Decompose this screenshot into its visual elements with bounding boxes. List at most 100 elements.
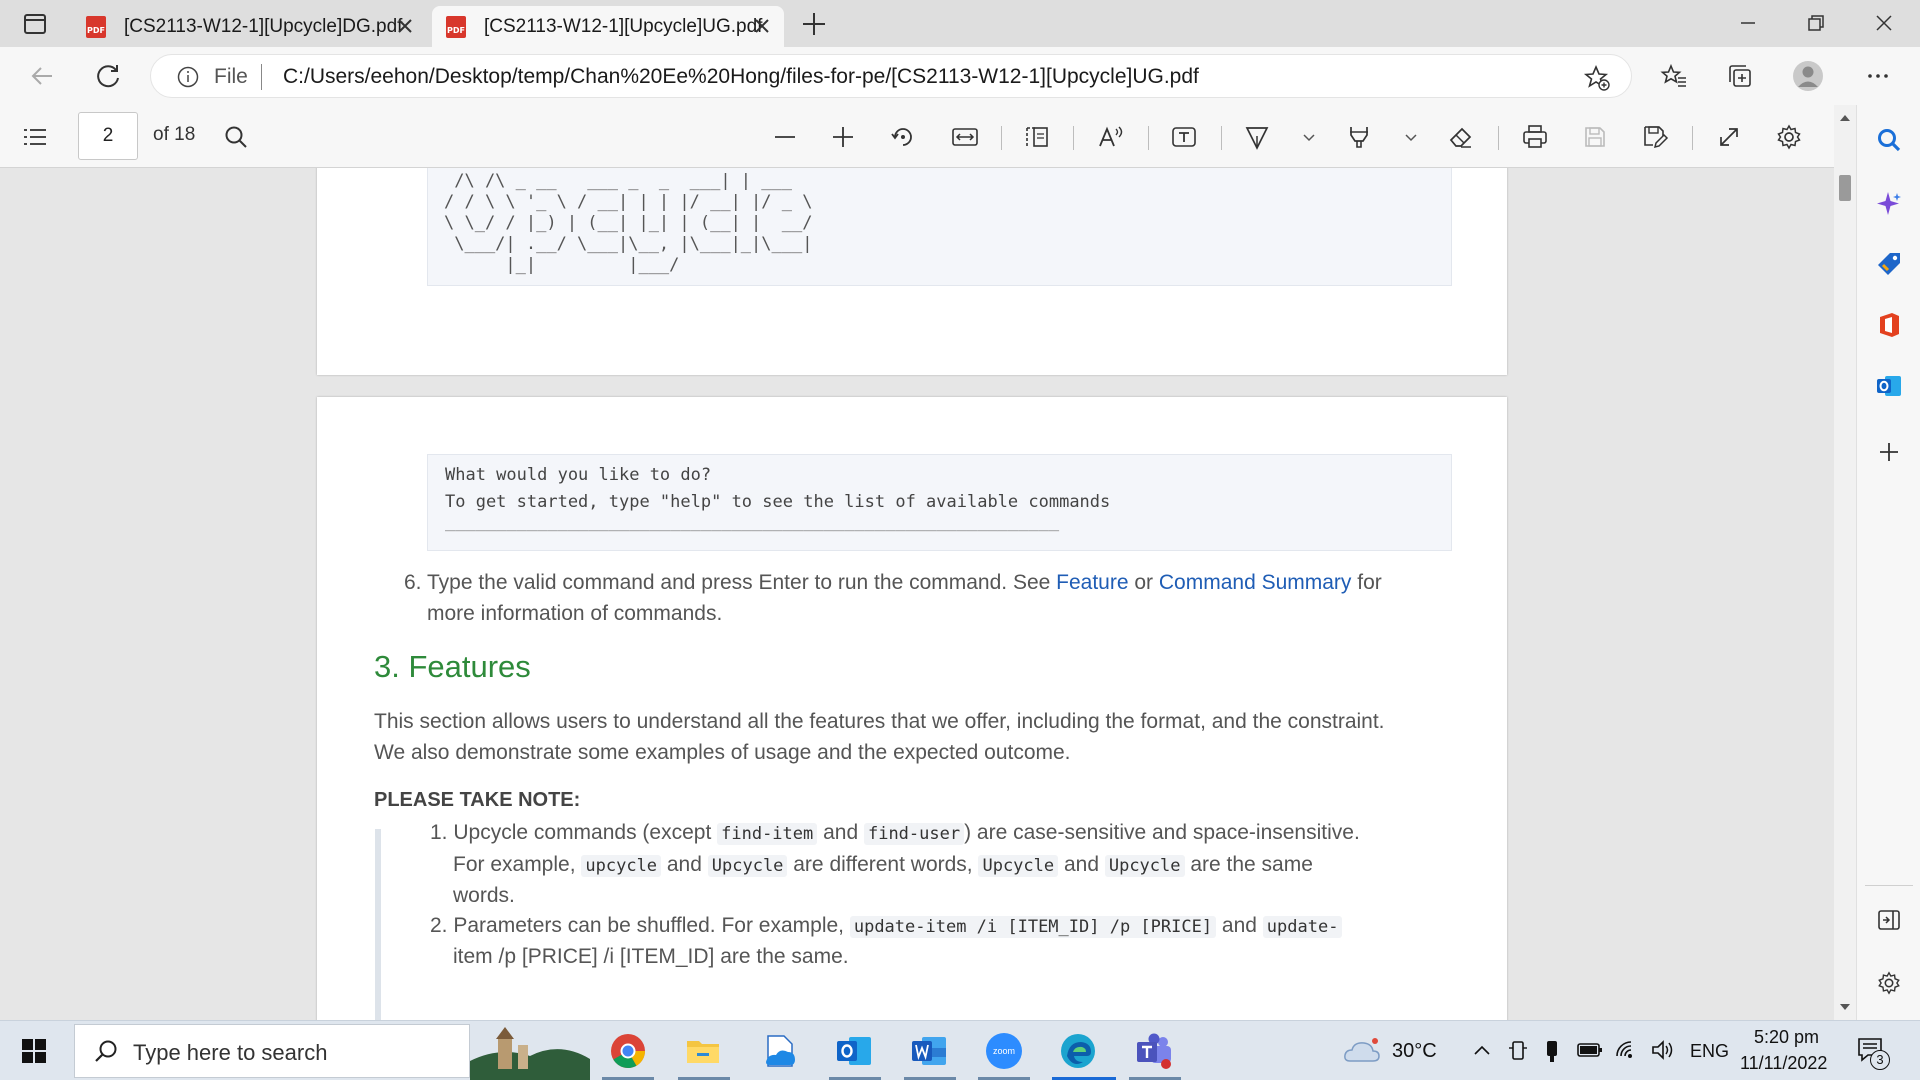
- add-text-icon[interactable]: [1167, 120, 1201, 154]
- onedrive-docs-icon[interactable]: [760, 1031, 800, 1071]
- settings-icon[interactable]: [1772, 120, 1806, 154]
- feature-link[interactable]: Feature: [1056, 571, 1128, 594]
- note-text: and: [817, 821, 864, 844]
- windows-start-icon[interactable]: [22, 1039, 46, 1063]
- minimize-button[interactable]: [1730, 8, 1766, 38]
- contents-icon[interactable]: [18, 120, 52, 154]
- refresh-button[interactable]: [92, 60, 124, 92]
- search-icon[interactable]: [219, 120, 253, 154]
- chevron-up-icon[interactable]: [1472, 1041, 1492, 1066]
- inline-code: Upcycle: [707, 855, 788, 877]
- new-tab-button[interactable]: [800, 10, 828, 38]
- search-icon[interactable]: [1873, 124, 1905, 156]
- zoom-icon[interactable]: zoom: [984, 1031, 1024, 1071]
- teams-icon[interactable]: [1134, 1031, 1174, 1071]
- address-bar[interactable]: File C:/Users/eehon/Desktop/temp/Chan%20…: [150, 54, 1632, 98]
- add-favorite-icon[interactable]: [1583, 64, 1611, 97]
- add-icon[interactable]: [1873, 436, 1905, 468]
- collections-icon[interactable]: [1724, 60, 1756, 92]
- scroll-up-arrow[interactable]: [1839, 113, 1851, 123]
- note-text: Parameters can be shuffled. For example,: [453, 914, 850, 937]
- usb-drive-icon[interactable]: [1544, 1038, 1560, 1069]
- step-6-line-1: 6. Type the valid command and press Ente…: [404, 567, 1464, 598]
- note-2-line-1: 2. Parameters can be shuffled. For examp…: [430, 910, 1343, 943]
- device-icon[interactable]: [1507, 1039, 1529, 1068]
- note-1-line-1: 1. Upcycle commands (except find-item an…: [430, 817, 1360, 850]
- save-as-icon[interactable]: [1638, 120, 1672, 154]
- note-1-line-2: For example, upcycle and Upcycle are dif…: [453, 849, 1313, 882]
- taskbar-search[interactable]: Type here to search: [74, 1024, 470, 1078]
- url-divider: [261, 64, 262, 90]
- note-text: and: [1058, 853, 1105, 876]
- search-highlight-image: [470, 1021, 590, 1080]
- print-icon[interactable]: [1518, 120, 1552, 154]
- ascii-art-logo: /\ /\ _ __ ___ _ _ ___| | ___ / / \ \ '_…: [444, 171, 813, 275]
- chrome-icon[interactable]: [608, 1031, 648, 1071]
- edge-browser-icon[interactable]: [1058, 1031, 1098, 1071]
- tab-actions-icon[interactable]: [22, 12, 48, 36]
- zoom-out-icon[interactable]: [768, 120, 802, 154]
- read-aloud-icon[interactable]: [1094, 120, 1128, 154]
- chevron-down-icon[interactable]: [1292, 120, 1326, 154]
- url-text[interactable]: C:/Users/eehon/Desktop/temp/Chan%20Ee%20…: [283, 65, 1199, 89]
- toolbar-divider: [1001, 126, 1002, 150]
- tab-ug-pdf[interactable]: PDF [CS2113-W12-1][Upcycle]UG.pdf: [432, 6, 784, 47]
- back-button[interactable]: [26, 60, 58, 92]
- tab-dg-pdf[interactable]: PDF [CS2113-W12-1][Upcycle]DG.pdf: [72, 6, 427, 47]
- note-text: Upcycle commands (except: [453, 821, 718, 844]
- close-icon[interactable]: [752, 16, 772, 36]
- restore-button[interactable]: [1798, 8, 1834, 38]
- tag-icon[interactable]: [1873, 248, 1905, 280]
- wifi-icon[interactable]: [1614, 1038, 1640, 1067]
- hide-sidebar-icon[interactable]: [1873, 904, 1905, 936]
- word-icon[interactable]: [909, 1031, 949, 1071]
- eraser-icon[interactable]: [1444, 120, 1478, 154]
- info-icon[interactable]: [177, 66, 199, 93]
- inline-code: find-user: [863, 823, 965, 845]
- tab-strip: PDF [CS2113-W12-1][Upcycle]DG.pdf PDF [C…: [0, 0, 1920, 47]
- notification-center-icon[interactable]: 3: [1856, 1035, 1890, 1070]
- file-explorer-icon[interactable]: [683, 1031, 723, 1071]
- office-icon[interactable]: [1873, 309, 1905, 341]
- note-1-line-3: words.: [453, 884, 515, 907]
- outlook-app-icon[interactable]: [834, 1031, 874, 1071]
- battery-icon[interactable]: [1576, 1041, 1604, 1064]
- clock-time[interactable]: 5:20 pm: [1754, 1027, 1819, 1048]
- profile-avatar[interactable]: [1792, 60, 1824, 92]
- close-icon[interactable]: [395, 16, 415, 36]
- clock-date[interactable]: 11/11/2022: [1740, 1053, 1827, 1074]
- command-summary-link[interactable]: Command Summary: [1159, 571, 1352, 594]
- outlook-icon[interactable]: [1873, 370, 1905, 402]
- page-number-input[interactable]: 2: [78, 112, 138, 160]
- scroll-down-arrow[interactable]: [1839, 1002, 1851, 1012]
- rotate-icon[interactable]: [886, 120, 920, 154]
- vertical-scrollbar[interactable]: [1834, 105, 1856, 1020]
- save-icon: [1578, 120, 1612, 154]
- draw-icon[interactable]: [1240, 120, 1274, 154]
- note-heading: PLEASE TAKE NOTE:: [374, 789, 581, 811]
- close-window-button[interactable]: [1866, 8, 1902, 38]
- zoom-label: zoom: [993, 1046, 1015, 1056]
- step-text: Type the valid command and press Enter t…: [426, 571, 1057, 594]
- highlight-icon[interactable]: [1342, 120, 1376, 154]
- fit-width-icon[interactable]: [948, 120, 982, 154]
- pdf-viewer[interactable]: /\ /\ _ __ ___ _ _ ___| | ___ / / \ \ '_…: [0, 168, 1834, 1020]
- toolbar-divider: [1148, 126, 1149, 150]
- chevron-down-icon[interactable]: [1394, 120, 1428, 154]
- scrollbar-thumb[interactable]: [1839, 175, 1851, 201]
- ascii-art-block: /\ /\ _ __ ___ _ _ ___| | ___ / / \ \ '_…: [427, 168, 1452, 286]
- input-language[interactable]: ENG: [1690, 1041, 1729, 1062]
- settings-icon[interactable]: [1873, 967, 1905, 999]
- console-output-block: What would you like to do? To get starte…: [427, 454, 1452, 551]
- sparkle-icon[interactable]: [1873, 188, 1905, 220]
- weather-icon[interactable]: [1342, 1035, 1382, 1070]
- zoom-in-icon[interactable]: [826, 120, 860, 154]
- fullscreen-icon[interactable]: [1712, 120, 1746, 154]
- intro-line-2: We also demonstrate some examples of usa…: [374, 741, 1071, 764]
- more-menu-icon[interactable]: [1862, 60, 1894, 92]
- volume-icon[interactable]: [1650, 1039, 1676, 1066]
- page-view-icon[interactable]: [1020, 120, 1054, 154]
- step-text: or: [1128, 571, 1159, 594]
- favorites-icon[interactable]: [1658, 60, 1690, 92]
- weather-temperature[interactable]: 30°C: [1392, 1040, 1437, 1063]
